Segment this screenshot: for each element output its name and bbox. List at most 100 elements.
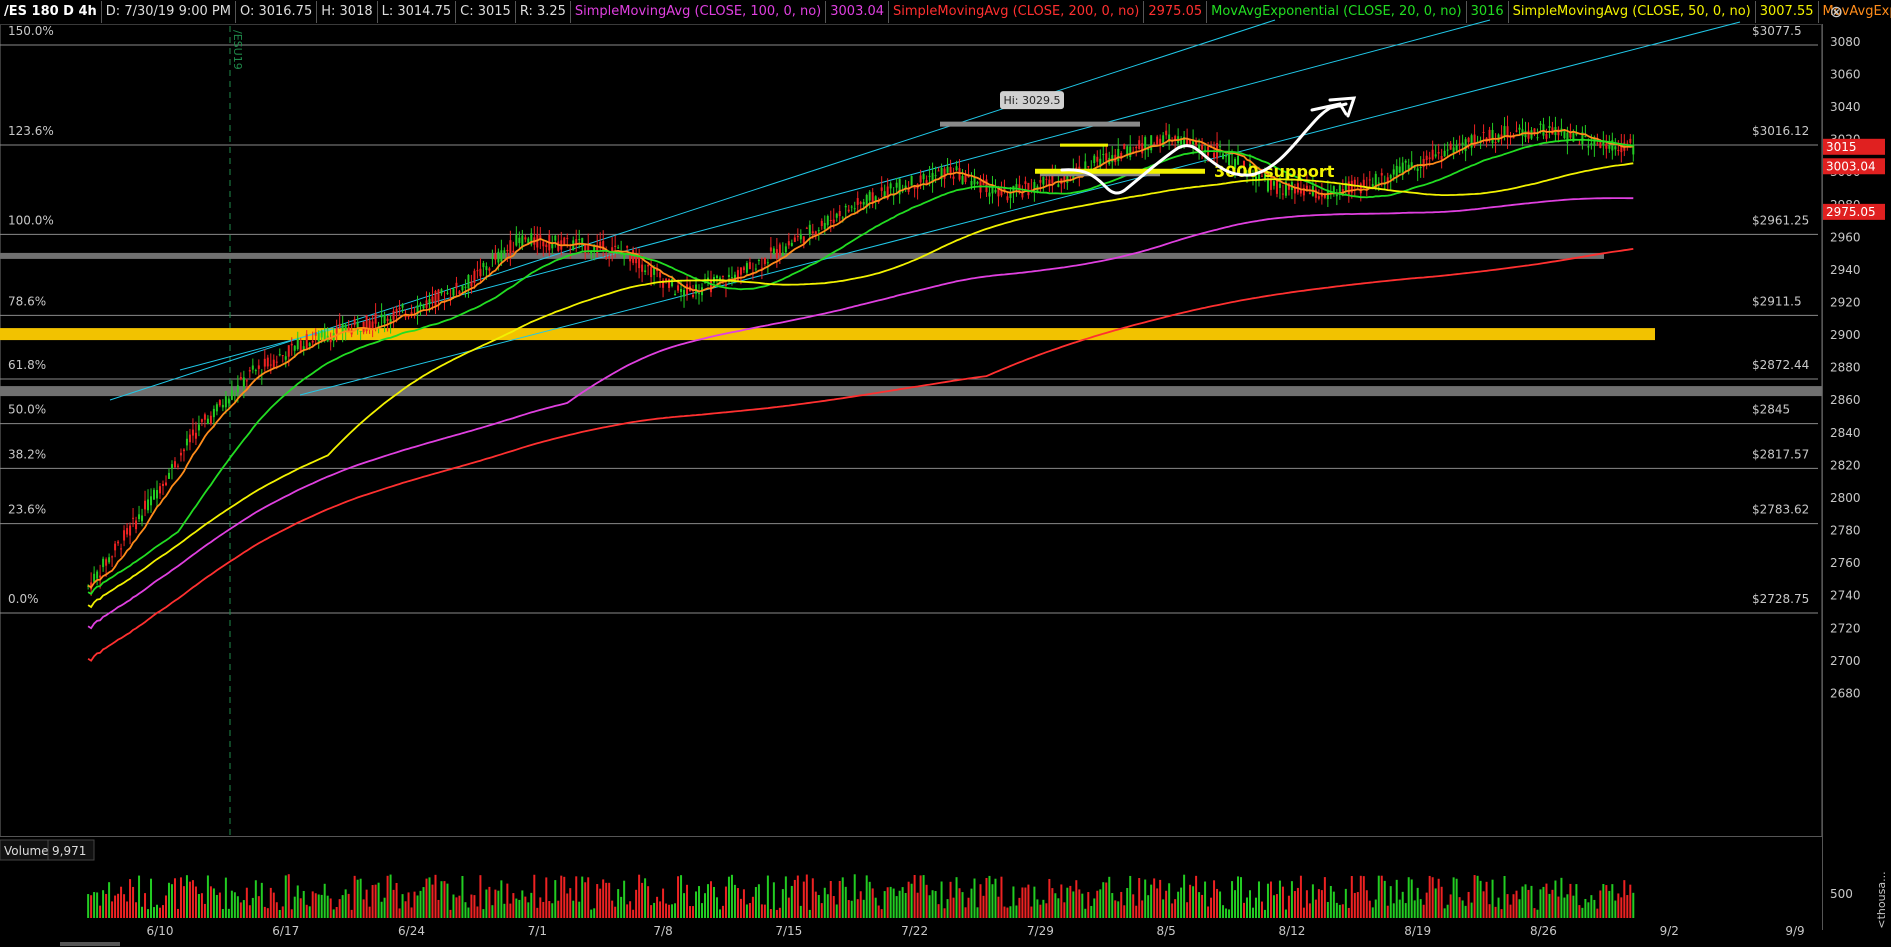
volume-bar	[317, 894, 320, 918]
volume-bar	[347, 893, 350, 918]
candle-body	[1515, 130, 1518, 132]
candle-body	[188, 434, 191, 443]
candle-body	[117, 541, 120, 544]
volume-bar	[937, 904, 940, 918]
volume-bar	[1204, 881, 1207, 918]
candle-body	[236, 385, 239, 392]
volume-bar	[665, 903, 668, 918]
volume-bar	[1293, 891, 1296, 918]
candle-body	[230, 390, 233, 400]
sma50-line	[87, 162, 1634, 609]
volume-bar	[1404, 903, 1407, 918]
volume-bar	[129, 879, 132, 918]
volume-bar	[419, 890, 422, 918]
volume-bar	[820, 903, 823, 918]
volume-bar	[1311, 884, 1314, 918]
high-label-text: Hi: 3029.5	[1003, 94, 1060, 107]
volume-bar	[1389, 886, 1392, 918]
volume-bar	[239, 902, 242, 918]
candle-body	[359, 331, 362, 333]
volume-bar	[410, 907, 413, 918]
volume-bar	[964, 907, 967, 918]
candle-body	[680, 289, 683, 292]
volume-bar	[1347, 907, 1350, 918]
volume-bar	[763, 904, 766, 918]
price-tick-label: 2920	[1830, 296, 1861, 310]
volume-bar	[874, 897, 877, 918]
candle-body	[1461, 142, 1464, 146]
volume-bar	[1362, 876, 1365, 918]
volume-bar	[1251, 907, 1254, 918]
chart-stage[interactable]: /ES 180 D 4h D: 7/30/19 9:00 PM O: 3016.…	[0, 0, 1891, 947]
volume-bar	[853, 874, 856, 918]
volume-bar	[1195, 875, 1198, 918]
volume-bar	[1458, 897, 1461, 918]
volume-bar	[572, 900, 575, 918]
volume-bar	[775, 909, 778, 918]
volume-bar	[132, 886, 135, 918]
candle-body	[239, 377, 242, 380]
candle-body	[96, 571, 99, 579]
volume-bar	[233, 892, 236, 918]
volume-bar	[455, 897, 458, 918]
fib-pct-label: 23.6%	[8, 503, 46, 517]
date-tick-label: 7/29	[1027, 924, 1054, 938]
volume-bar	[1434, 888, 1437, 918]
volume-bar	[1494, 906, 1497, 918]
volume-bar	[1081, 893, 1084, 918]
volume-bar	[784, 876, 787, 918]
volume-bar	[1527, 889, 1530, 918]
candle-body	[395, 309, 398, 314]
volume-bar	[461, 875, 464, 918]
volume-bar	[1138, 878, 1141, 918]
candle-body	[1491, 129, 1494, 144]
volume-bar	[443, 881, 446, 918]
candle-body	[946, 166, 949, 173]
candle-body	[653, 268, 656, 275]
volume-bar	[335, 906, 338, 918]
price-badge-label: 3003.04	[1826, 159, 1876, 173]
volume-bar	[353, 875, 356, 918]
volume-bar	[1281, 886, 1284, 918]
volume-bar	[1629, 884, 1632, 918]
volume-bar	[506, 883, 509, 918]
volume-bar	[1069, 885, 1072, 918]
candle-body	[665, 278, 668, 281]
candle-body	[692, 294, 695, 298]
volume-bar	[1260, 901, 1263, 918]
fib-pct-label: 100.0%	[8, 213, 54, 227]
volume-bar	[416, 895, 419, 918]
volume-bar	[1237, 876, 1240, 918]
volume-bar	[1326, 901, 1329, 918]
candle-body	[934, 175, 937, 177]
volume-bar	[114, 895, 117, 918]
candle-body	[458, 291, 461, 295]
volume-bar	[281, 906, 284, 918]
volume-bar	[1461, 900, 1464, 918]
price-chart[interactable]: 150.0% $3077.5 123.6% $3016.12 100.0% $2961.2…	[0, 0, 1891, 947]
candle-body	[578, 239, 581, 241]
candle-body	[200, 419, 203, 422]
candle-body	[305, 334, 308, 349]
volume-bar	[1246, 897, 1249, 918]
volume-bar	[1524, 884, 1527, 918]
candle-body	[919, 175, 922, 183]
volume-bar	[859, 891, 862, 918]
volume-bar	[278, 909, 281, 918]
volume-bar	[90, 895, 93, 918]
volume-bar	[87, 894, 90, 918]
candle-body	[284, 356, 287, 360]
volume-bar	[1123, 905, 1126, 918]
candle-body	[1389, 175, 1392, 179]
candle-body	[437, 289, 440, 302]
candle-body	[847, 209, 850, 212]
candle-body	[1308, 192, 1311, 195]
horizontal-scrollbar-thumb[interactable]	[60, 942, 120, 946]
candle-body	[823, 222, 826, 230]
date-tick-label: 6/10	[147, 924, 174, 938]
volume-bar	[470, 894, 473, 918]
price-tick-label: 2940	[1830, 263, 1861, 277]
volume-bar	[596, 884, 599, 918]
volume-bar	[1314, 899, 1317, 918]
candle-body	[266, 357, 269, 367]
